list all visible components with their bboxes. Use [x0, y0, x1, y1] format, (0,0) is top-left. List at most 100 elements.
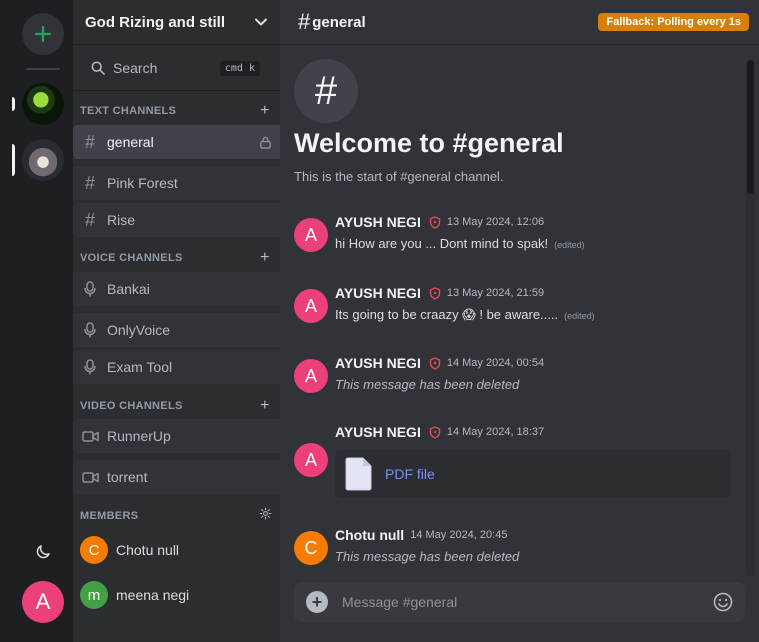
add-voice-channel-button[interactable]: +: [257, 249, 273, 267]
timestamp: 13 May 2024, 12:06: [446, 216, 545, 228]
search-label: Search: [113, 60, 158, 76]
plus-icon: [34, 25, 52, 43]
shield-icon: [429, 215, 441, 229]
server-icon-2[interactable]: [22, 139, 64, 181]
chat-scrollbar[interactable]: [746, 60, 755, 576]
search-button[interactable]: Search cmd k: [83, 55, 268, 81]
avatar[interactable]: A: [294, 443, 328, 477]
hash-icon: #: [84, 131, 95, 152]
message-header: AYUSH NEGI 13 May 2024, 12:06: [335, 214, 544, 230]
member-chotu-null[interactable]: C Chotu null: [80, 535, 273, 565]
channel-runnerup[interactable]: RunnerUp: [73, 419, 280, 453]
message-content: hi How are you ... Dont mind to spak! (ed…: [335, 236, 585, 251]
member-name: meena negi: [116, 587, 190, 603]
message-content: Its going to be craazy 😱 ! be aware.....…: [335, 307, 595, 323]
channel-label: Rise: [107, 212, 136, 228]
author-name[interactable]: AYUSH NEGI: [335, 424, 421, 440]
channel-label: Exam Tool: [107, 359, 173, 375]
server-icon-1[interactable]: [22, 83, 64, 125]
smiley-icon: [713, 592, 733, 612]
shield-icon: [429, 356, 441, 370]
file-link[interactable]: PDF file: [385, 466, 435, 482]
theme-toggle-button[interactable]: [30, 539, 56, 565]
chat-main: # general Fallback: Polling every 1s # W…: [280, 0, 759, 642]
category-label: MEMBERS: [80, 510, 139, 522]
server-header[interactable]: God Rizing and still: [73, 0, 280, 45]
message-composer: +: [294, 582, 745, 622]
voice-channels-category: VOICE CHANNELS +: [80, 249, 273, 267]
message-header: AYUSH NEGI 14 May 2024, 18:37: [335, 424, 544, 440]
manage-members-button[interactable]: [257, 507, 273, 525]
chevron-down-icon: [255, 18, 267, 26]
message-content: This message has been deleted: [335, 549, 519, 564]
video-icon: [81, 471, 99, 484]
timestamp: 14 May 2024, 18:37: [446, 426, 545, 438]
avatar[interactable]: C: [294, 531, 328, 565]
timestamp: 14 May 2024, 00:54: [446, 357, 545, 369]
channel-rise[interactable]: # Rise: [73, 203, 280, 237]
deleted-message-text: This message has been deleted: [335, 549, 520, 564]
channel-header: # general Fallback: Polling every 1s: [280, 0, 759, 45]
channel-label: torrent: [107, 469, 148, 485]
channel-label: OnlyVoice: [107, 322, 171, 338]
message-content: This message has been deleted: [335, 377, 519, 392]
message[interactable]: A AYUSH NEGI 14 May 2024, 18:37 PDF file: [294, 424, 734, 498]
video-channels-category: VIDEO CHANNELS +: [80, 397, 273, 415]
channel-exam-tool[interactable]: Exam Tool: [73, 350, 280, 384]
member-meena-negi[interactable]: m meena negi: [80, 580, 273, 610]
emoji-picker-button[interactable]: [713, 592, 733, 612]
channel-label: RunnerUp: [107, 428, 171, 444]
category-label: VOICE CHANNELS: [80, 252, 183, 264]
shield-icon: [429, 286, 441, 300]
message-input[interactable]: [342, 594, 713, 610]
channel-torrent[interactable]: torrent: [73, 460, 280, 494]
author-name[interactable]: AYUSH NEGI: [335, 214, 421, 230]
category-label: TEXT CHANNELS: [80, 105, 177, 117]
add-text-channel-button[interactable]: +: [257, 102, 273, 120]
avatar[interactable]: A: [294, 289, 328, 323]
scrollbar-thumb[interactable]: [747, 60, 754, 194]
microphone-icon: [81, 322, 99, 338]
message[interactable]: C Chotu null 14 May 2024, 20:45 This mes…: [294, 527, 734, 567]
channel-label: Pink Forest: [107, 175, 178, 191]
hash-icon: #: [84, 172, 95, 193]
add-server-button[interactable]: [22, 13, 64, 55]
rail-divider: [26, 68, 60, 70]
timestamp: 13 May 2024, 21:59: [446, 287, 545, 299]
channel-label: general: [107, 134, 154, 150]
search-icon: [91, 61, 105, 75]
message-text: Its going to be craazy 😱 ! be aware.....: [335, 307, 559, 322]
status-badge: Fallback: Polling every 1s: [598, 13, 749, 31]
message[interactable]: A AYUSH NEGI 13 May 2024, 12:06 hi How a…: [294, 214, 734, 254]
channel-title: general: [312, 13, 366, 31]
add-attachment-button[interactable]: +: [306, 591, 328, 613]
category-label: VIDEO CHANNELS: [80, 400, 183, 412]
server-indicator: [12, 97, 15, 111]
hash-icon: #: [84, 209, 95, 230]
microphone-icon: [81, 281, 99, 297]
shield-icon: [429, 425, 441, 439]
welcome-subtitle: This is the start of #general channel.: [294, 169, 504, 184]
add-video-channel-button[interactable]: +: [257, 397, 273, 415]
deleted-message-text: This message has been deleted: [335, 377, 520, 392]
avatar[interactable]: A: [294, 359, 328, 393]
channel-pink-forest[interactable]: # Pink Forest: [73, 166, 280, 200]
avatar[interactable]: A: [294, 218, 328, 252]
file-attachment[interactable]: PDF file: [335, 450, 731, 498]
channel-label: Bankai: [107, 281, 150, 297]
channel-onlyvoice[interactable]: OnlyVoice: [73, 313, 280, 347]
author-name[interactable]: AYUSH NEGI: [335, 355, 421, 371]
app-window: A God Rizing and still Search cmd k TEXT…: [0, 0, 759, 642]
message-header: AYUSH NEGI 13 May 2024, 21:59: [335, 285, 544, 301]
message[interactable]: A AYUSH NEGI 13 May 2024, 21:59 Its goin…: [294, 285, 734, 325]
microphone-icon: [81, 359, 99, 375]
message[interactable]: A AYUSH NEGI 14 May 2024, 00:54 This mes…: [294, 355, 734, 395]
avatar: m: [80, 581, 108, 609]
channel-general[interactable]: # general: [73, 125, 280, 159]
server-name: God Rizing and still: [85, 13, 225, 31]
author-name[interactable]: AYUSH NEGI: [335, 285, 421, 301]
channel-bankai[interactable]: Bankai: [73, 272, 280, 306]
moon-icon: [36, 545, 50, 559]
author-name[interactable]: Chotu null: [335, 527, 404, 543]
user-avatar[interactable]: A: [22, 581, 64, 623]
